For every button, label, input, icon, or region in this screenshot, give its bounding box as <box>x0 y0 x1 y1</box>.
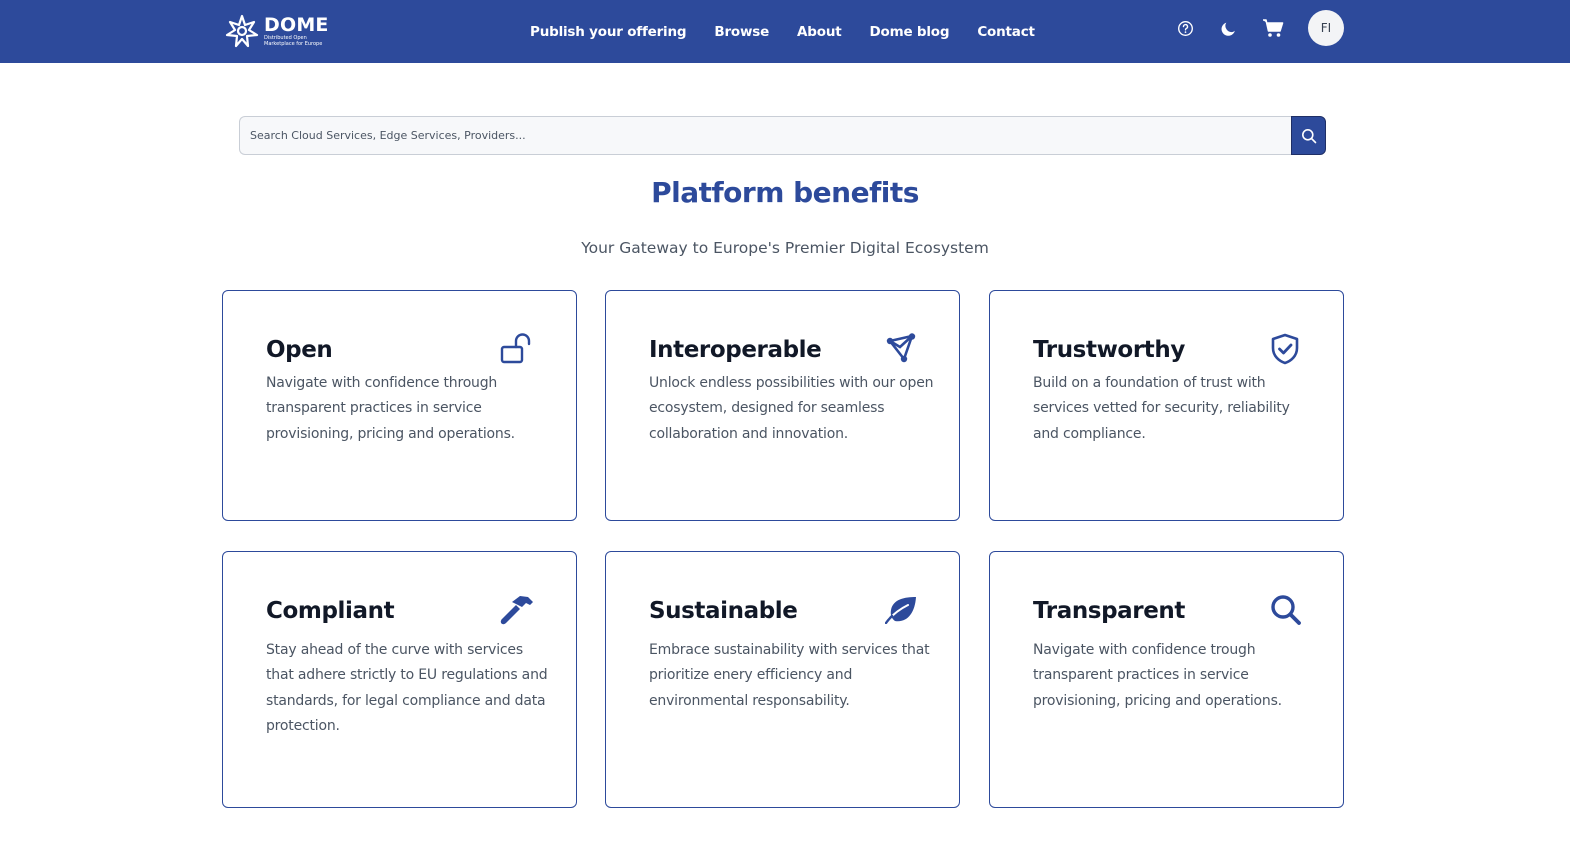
search-input[interactable] <box>239 116 1291 155</box>
card-title: Interoperable <box>649 337 822 363</box>
search-icon <box>1301 128 1316 143</box>
logo-title: DOME <box>264 14 329 36</box>
benefit-card-sustainable: Sustainable Embrace sustainability with … <box>605 551 960 808</box>
help-icon <box>1177 20 1193 36</box>
card-text: Build on a foundation of trust with serv… <box>1033 375 1290 442</box>
card-title: Transparent <box>1033 598 1185 624</box>
logo-text: DOME Distributed Open Marketplace for Eu… <box>264 15 329 47</box>
benefit-card-open: Open Navigate with confidence through tr… <box>222 290 577 521</box>
leaf-icon <box>883 592 919 628</box>
benefit-card-transparent: Transparent Navigate with confidence tro… <box>989 551 1344 808</box>
nav-about[interactable]: About <box>797 24 842 40</box>
network-icon <box>883 331 919 367</box>
card-title: Open <box>266 337 333 363</box>
card-text: Embrace sustainability with services tha… <box>649 642 930 709</box>
cart-button[interactable] <box>1260 15 1286 41</box>
benefit-card-trustworthy: Trustworthy Build on a foundation of tru… <box>989 290 1344 521</box>
card-title: Sustainable <box>649 598 798 624</box>
nav-contact[interactable]: Contact <box>977 24 1035 40</box>
card-text: Navigate with confidence through transpa… <box>266 375 515 442</box>
card-text: Unlock endless possibilities with our op… <box>649 375 934 442</box>
cart-icon <box>1263 19 1284 37</box>
benefit-card-compliant: Compliant Stay ahead of the curve with s… <box>222 551 577 808</box>
header-tools: FI <box>1172 8 1344 48</box>
hammer-icon <box>499 592 535 628</box>
dome-logo-icon <box>225 14 259 48</box>
moon-icon <box>1221 22 1235 36</box>
dark-mode-toggle[interactable] <box>1216 15 1242 41</box>
user-avatar[interactable]: FI <box>1308 10 1344 46</box>
card-text: Navigate with confidence trough transpar… <box>1033 642 1282 709</box>
shield-check-icon <box>1267 331 1303 367</box>
unlock-icon <box>499 331 535 367</box>
main-nav: Publish your offering Browse About Dome … <box>530 0 1063 63</box>
nav-publish-offering[interactable]: Publish your offering <box>530 24 687 40</box>
logo-subtitle: Distributed Open Marketplace for Europe <box>264 35 323 47</box>
section-subtitle: Your Gateway to Europe's Premier Digital… <box>581 239 989 257</box>
card-text: Stay ahead of the curve with services th… <box>266 642 548 734</box>
dome-logo[interactable]: DOME Distributed Open Marketplace for Eu… <box>224 11 329 51</box>
card-title: Trustworthy <box>1033 337 1185 363</box>
top-navbar: DOME Distributed Open Marketplace for Eu… <box>0 0 1570 63</box>
search-bar <box>239 116 1326 155</box>
section-title: Platform benefits <box>651 176 919 209</box>
nav-browse[interactable]: Browse <box>714 24 769 40</box>
help-button[interactable] <box>1172 15 1198 41</box>
card-title: Compliant <box>266 598 395 624</box>
benefit-card-interoperable: Interoperable Unlock endless possibiliti… <box>605 290 960 521</box>
search-button[interactable] <box>1291 116 1326 155</box>
magnifier-icon <box>1268 592 1304 628</box>
nav-dome-blog[interactable]: Dome blog <box>870 24 950 40</box>
